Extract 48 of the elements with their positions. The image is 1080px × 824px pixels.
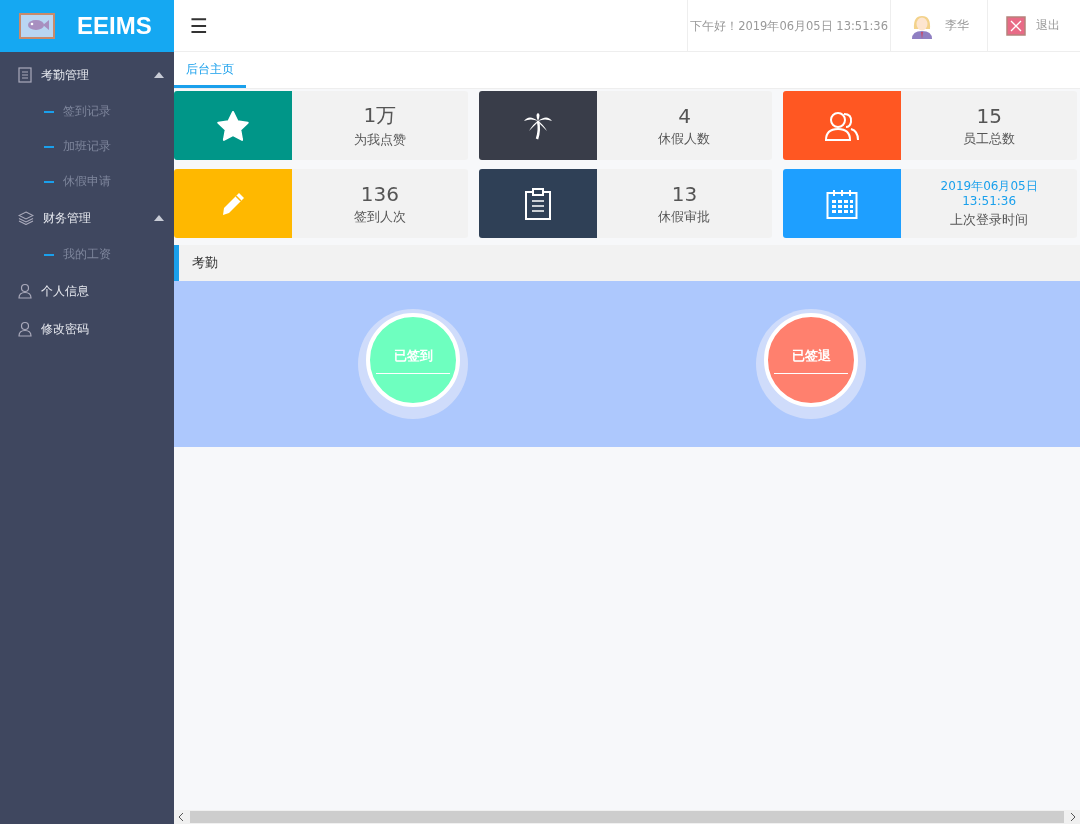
user-icon	[18, 321, 32, 337]
sidebar-item[interactable]: 修改密码	[0, 310, 174, 348]
stat-label: 休假人数	[658, 129, 711, 148]
stat-label: 签到人次	[353, 207, 406, 226]
list-icon	[18, 67, 32, 83]
fish-icon	[19, 13, 55, 39]
sidebar-subitem[interactable]: 签到记录	[0, 94, 174, 129]
tab[interactable]: 后台主页	[174, 52, 246, 88]
dash-icon	[44, 145, 54, 148]
sidebar-subitem[interactable]: 加班记录	[0, 129, 174, 164]
clipboard-icon	[523, 187, 552, 220]
sidebar-subitem[interactable]: 我的工资	[0, 237, 174, 272]
users-icon	[824, 109, 861, 142]
stat-value: 15	[976, 103, 1002, 128]
stat-value: 1万	[363, 102, 397, 129]
greeting-text: 下午好！2019年06月05日 13:51:36	[687, 0, 890, 52]
stat-value: 13	[671, 181, 698, 206]
palm-tree-icon	[522, 111, 553, 140]
dash-icon	[44, 110, 54, 113]
user-icon	[18, 283, 32, 299]
sidebar-subitem[interactable]: 休假申请	[0, 164, 174, 199]
stat-value: 136	[360, 181, 399, 206]
horizontal-scrollbar[interactable]	[174, 810, 1080, 824]
attendance-button[interactable]: 已签退	[764, 313, 858, 407]
stat-datetime: 2019年06月05日	[940, 178, 1038, 194]
sidebar-item[interactable]: 个人信息	[0, 272, 174, 310]
stat-datetime: 13:51:36	[962, 193, 1017, 209]
scroll-right-icon	[1070, 813, 1076, 821]
stat-value: 4	[678, 103, 691, 128]
menu-button[interactable]: ☰	[174, 13, 224, 38]
close-icon	[1006, 15, 1026, 36]
star-icon	[217, 110, 249, 141]
user-menu[interactable]: 李华	[890, 0, 987, 52]
logout-button[interactable]: 退出	[987, 0, 1080, 52]
calendar-icon	[826, 188, 859, 219]
stat-label: 为我点赞	[353, 131, 406, 149]
section-title: 考勤	[192, 254, 218, 272]
stat-label: 上次登录时间	[950, 210, 1029, 229]
layers-icon	[18, 211, 34, 225]
scroll-left-icon	[178, 813, 184, 821]
dash-icon	[44, 180, 54, 183]
sidebar-item[interactable]: 考勤管理	[0, 56, 174, 94]
stat-label: 休假审批	[658, 207, 711, 226]
stat-label: 员工总数	[963, 129, 1016, 148]
pencil-icon	[220, 190, 246, 217]
dash-icon	[44, 253, 54, 256]
sidebar-item[interactable]: 财务管理	[0, 199, 174, 237]
brand-name: EEIMS	[77, 12, 152, 40]
